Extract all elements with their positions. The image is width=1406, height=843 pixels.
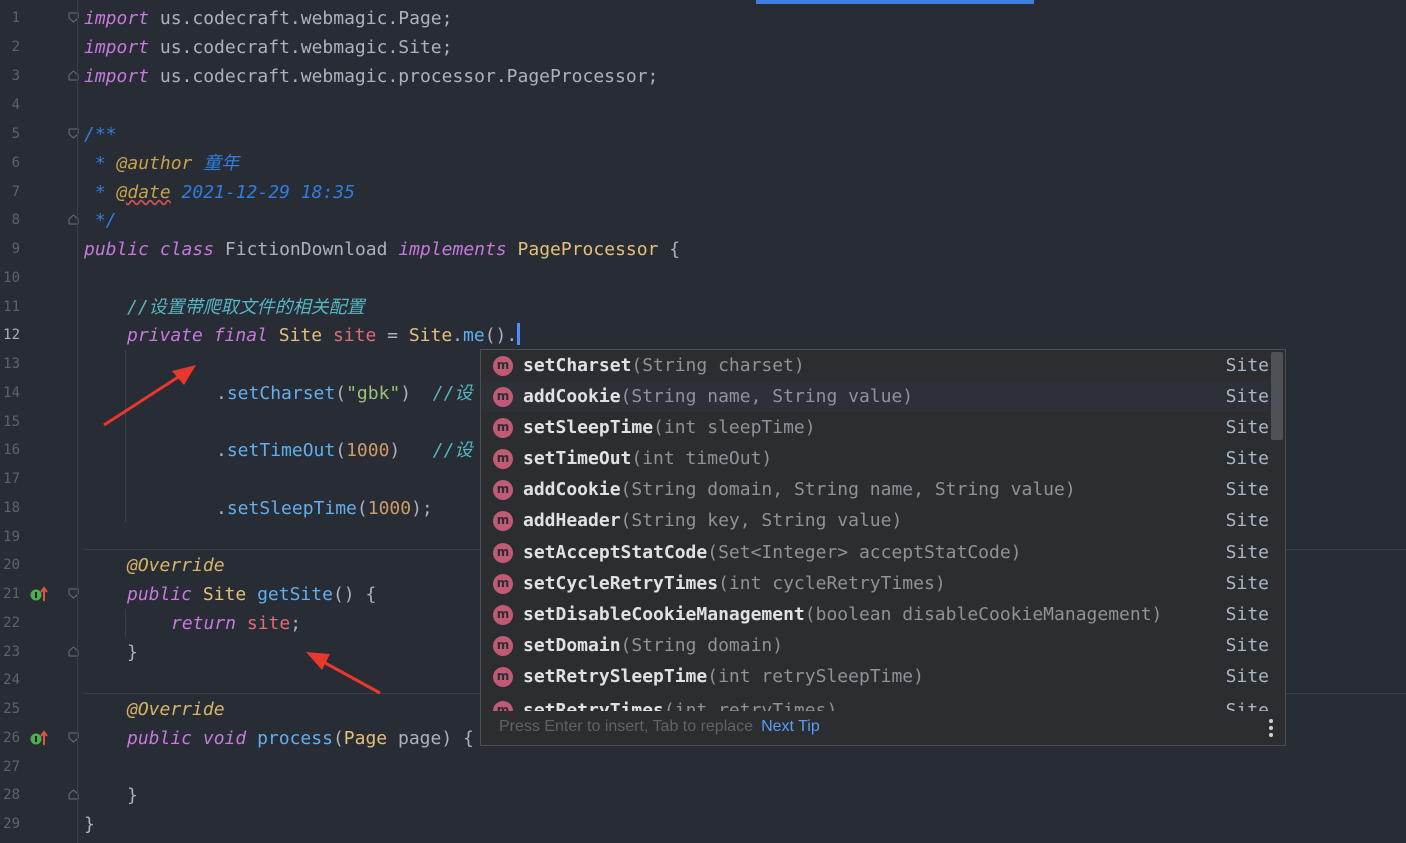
completion-signature: addCookie(String name, String value)	[523, 381, 913, 412]
method-icon: m	[493, 667, 513, 687]
return-type: Site	[1225, 448, 1269, 469]
completion-signature: setRetrySleepTime(int retrySleepTime)	[523, 661, 924, 692]
method-name: setRetrySleepTime	[523, 666, 708, 687]
return-type: Site	[1225, 479, 1269, 500]
method-icon: m	[493, 356, 513, 376]
method-params: (int timeOut)	[631, 448, 773, 469]
completion-signature: setSleepTime(int sleepTime)	[523, 412, 816, 443]
more-options-icon[interactable]	[1269, 719, 1273, 740]
completion-item[interactable]: m setSleepTime(int sleepTime) Site	[481, 412, 1269, 443]
method-icon: m	[493, 449, 513, 469]
completion-signature: setCharset(String charset)	[523, 350, 805, 381]
method-name: addHeader	[523, 510, 621, 531]
completion-signature: setAcceptStatCode(Set<Integer> acceptSta…	[523, 537, 1022, 568]
completion-item[interactable]: m setRetrySleepTime(int retrySleepTime) Si…	[481, 661, 1269, 692]
return-type: Site	[1225, 573, 1269, 594]
completion-item[interactable]: m setCharset(String charset) Site	[481, 350, 1269, 381]
method-name: setCycleRetryTimes	[523, 573, 719, 594]
method-icon: m	[493, 418, 513, 438]
method-icon: m	[493, 574, 513, 594]
method-params: (String domain)	[620, 635, 784, 656]
return-type: Site	[1225, 542, 1269, 563]
return-type: Site	[1225, 666, 1269, 687]
return-type: Site	[1225, 510, 1269, 531]
method-name: setDisableCookieManagement	[523, 604, 805, 625]
method-name: setSleepTime	[523, 417, 654, 438]
method-params: (String charset)	[631, 355, 805, 376]
method-params: (String key, String value)	[620, 510, 903, 531]
method-name: setAcceptStatCode	[523, 542, 708, 563]
method-params: (Set<Integer> acceptStatCode)	[707, 542, 1022, 563]
popup-scrollbar[interactable]	[1271, 352, 1283, 440]
completion-item-selected[interactable]: m addCookie(String name, String value) Sit…	[481, 381, 1269, 412]
return-type: Site	[1225, 417, 1269, 438]
completion-signature: setDisableCookieManagement(boolean disab…	[523, 599, 1162, 630]
method-name: addCookie	[523, 386, 621, 407]
method-name: addCookie	[523, 479, 621, 500]
completion-signature: setTimeOut(int timeOut)	[523, 443, 772, 474]
method-icon: m	[493, 636, 513, 656]
arrow-to-return-site	[306, 652, 381, 695]
completion-signature: addCookie(String domain, String name, St…	[523, 474, 1076, 505]
return-type: Site	[1225, 635, 1269, 656]
method-icon: m	[493, 511, 513, 531]
method-params: (int sleepTime)	[653, 417, 816, 438]
return-type: Site	[1225, 604, 1269, 625]
completion-item[interactable]: m setAcceptStatCode(Set<Integer> acceptSt…	[481, 537, 1269, 568]
method-icon: m	[493, 543, 513, 563]
completion-item[interactable]: m setDisableCookieManagement(boolean disa…	[481, 599, 1269, 630]
completion-item[interactable]: m addHeader(String key, String value) Site	[481, 505, 1269, 536]
method-name: setCharset	[523, 355, 632, 376]
completion-item[interactable]: m setDomain(String domain) Site	[481, 630, 1269, 661]
completion-hint-bar: Press Enter to insert, Tab to replace Nex…	[481, 709, 1285, 745]
method-name: setTimeOut	[523, 448, 632, 469]
next-tip-link[interactable]: Next Tip	[761, 718, 820, 735]
method-icon: m	[493, 605, 513, 625]
completion-signature: setDomain(String domain)	[523, 630, 783, 661]
completion-signature: addHeader(String key, String value)	[523, 505, 902, 536]
completion-signature: setCycleRetryTimes(int cycleRetryTimes)	[523, 568, 946, 599]
hint-text: Press Enter to insert, Tab to replace	[499, 718, 754, 735]
method-icon: m	[493, 480, 513, 500]
method-params: (String domain, String name, String valu…	[620, 479, 1076, 500]
return-type: Site	[1225, 386, 1269, 407]
method-params: (int retrySleepTime)	[707, 666, 924, 687]
completion-item[interactable]: m addCookie(String domain, String name, S…	[481, 474, 1269, 505]
method-params: (boolean disableCookieManagement)	[804, 604, 1163, 625]
arrow-to-site-me	[103, 365, 196, 427]
method-params: (String name, String value)	[620, 386, 914, 407]
method-name: setDomain	[523, 635, 621, 656]
method-params: (int cycleRetryTimes)	[718, 573, 946, 594]
completion-item[interactable]: m setCycleRetryTimes(int cycleRetryTimes)…	[481, 568, 1269, 599]
return-type: Site	[1225, 355, 1269, 376]
code-completion-popup[interactable]: m setCharset(String charset) Site m addCook…	[480, 349, 1286, 746]
completion-item[interactable]: m setTimeOut(int timeOut) Site	[481, 443, 1269, 474]
method-icon: m	[493, 387, 513, 407]
